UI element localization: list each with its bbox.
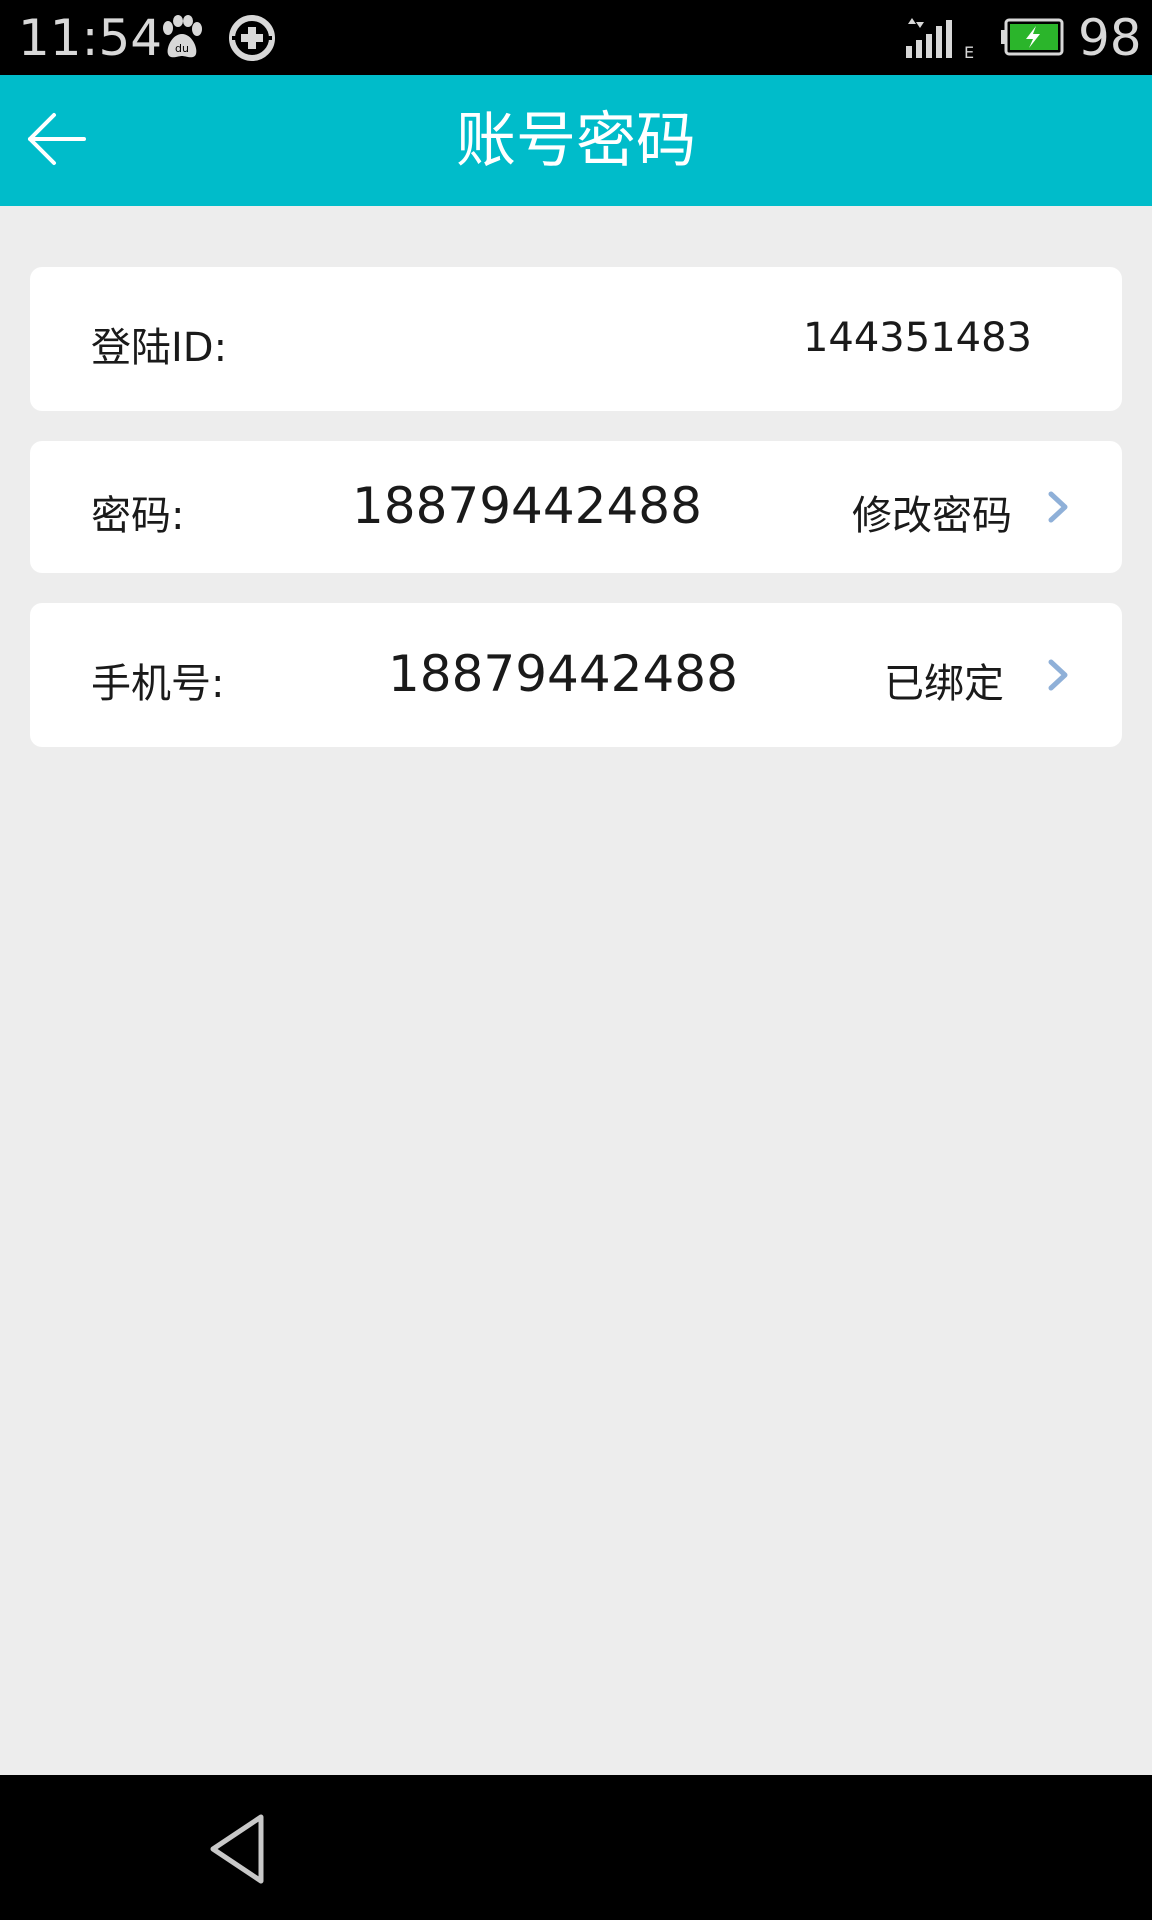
app-bar: 账号密码 <box>0 75 1152 206</box>
change-password-link[interactable]: 修改密码 <box>852 483 1012 541</box>
login-id-value: 144351483 <box>802 315 1032 361</box>
login-id-label: 登陆ID: <box>91 325 228 371</box>
signal-icon: E <box>906 18 974 60</box>
status-time: 11:54 <box>18 9 163 67</box>
system-nav-bar <box>0 1775 1152 1920</box>
phone-row[interactable]: 手机号: 18879442488 已绑定 <box>30 603 1122 747</box>
svg-text:du: du <box>175 42 189 55</box>
phone-value: 18879442488 <box>388 645 738 703</box>
login-id-row: 登陆ID: 144351483 <box>30 267 1122 411</box>
password-row[interactable]: 密码: 18879442488 修改密码 <box>30 441 1122 573</box>
password-value: 18879442488 <box>352 477 702 535</box>
sync-icon <box>229 15 275 61</box>
phone-bound-status[interactable]: 已绑定 <box>884 651 1004 709</box>
triangle-back-icon <box>210 1814 264 1884</box>
phone-label: 手机号: <box>91 661 225 707</box>
svg-text:E: E <box>964 43 974 60</box>
battery-icon <box>1001 18 1064 56</box>
page-title: 账号密码 <box>456 106 696 176</box>
status-bar: 11:54 du E 98 <box>0 0 1152 75</box>
chevron-right-icon <box>1048 659 1068 691</box>
battery-level: 98 <box>1078 9 1142 67</box>
chevron-right-icon <box>1048 491 1068 523</box>
nav-back-button[interactable] <box>205 1811 275 1887</box>
password-label: 密码: <box>91 493 185 539</box>
paw-icon: du <box>163 15 202 58</box>
